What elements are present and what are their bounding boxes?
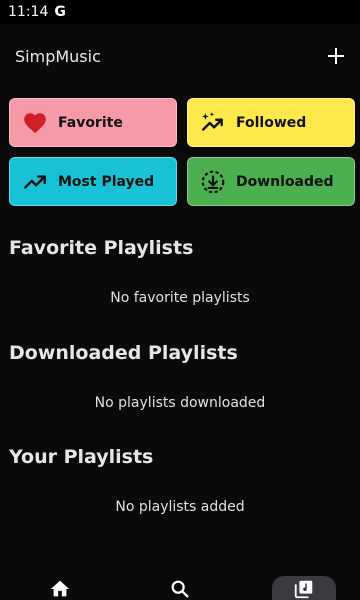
most-played-label: Most Played bbox=[58, 173, 155, 190]
bottom-navigation bbox=[0, 576, 360, 600]
favorite-label: Favorite bbox=[58, 114, 123, 131]
trending-up-icon bbox=[24, 174, 46, 189]
trending-sparkle-icon bbox=[202, 111, 223, 131]
nav-home[interactable] bbox=[40, 576, 80, 600]
followed-tile[interactable]: Followed bbox=[187, 98, 355, 147]
downloaded-tile[interactable]: Downloaded bbox=[187, 157, 355, 206]
library-music-icon bbox=[294, 580, 313, 599]
top-app-bar: SimpMusic bbox=[0, 42, 360, 70]
library-shortcuts: Favorite Followed Most Played Downloaded bbox=[9, 98, 355, 206]
your-playlists-title: Your Playlists bbox=[9, 446, 154, 468]
followed-label: Followed bbox=[236, 114, 307, 131]
plus-icon[interactable] bbox=[326, 46, 346, 66]
your-playlists-empty: No playlists added bbox=[115, 499, 245, 515]
downloaded-label: Downloaded bbox=[236, 173, 334, 190]
search-icon bbox=[171, 580, 189, 598]
app-screen: SimpMusic Favorite Followed Most Played bbox=[0, 24, 360, 600]
downloaded-playlists-title: Downloaded Playlists bbox=[9, 342, 238, 364]
google-g-icon: G bbox=[54, 4, 66, 20]
favorite-tile[interactable]: Favorite bbox=[9, 98, 177, 147]
app-title: SimpMusic bbox=[15, 46, 101, 66]
favorite-playlists-title: Favorite Playlists bbox=[9, 237, 194, 259]
home-icon bbox=[50, 580, 70, 597]
favorite-playlists-empty: No favorite playlists bbox=[110, 290, 250, 306]
nav-library[interactable] bbox=[272, 576, 336, 600]
downloaded-playlists-empty: No playlists downloaded bbox=[94, 395, 266, 411]
download-circle-icon bbox=[201, 170, 225, 193]
status-time: 11:14 bbox=[8, 4, 49, 20]
nav-search[interactable] bbox=[160, 576, 200, 600]
heart-icon bbox=[24, 112, 46, 133]
most-played-tile[interactable]: Most Played bbox=[9, 157, 177, 206]
status-bar: 11:14 G bbox=[0, 0, 360, 24]
